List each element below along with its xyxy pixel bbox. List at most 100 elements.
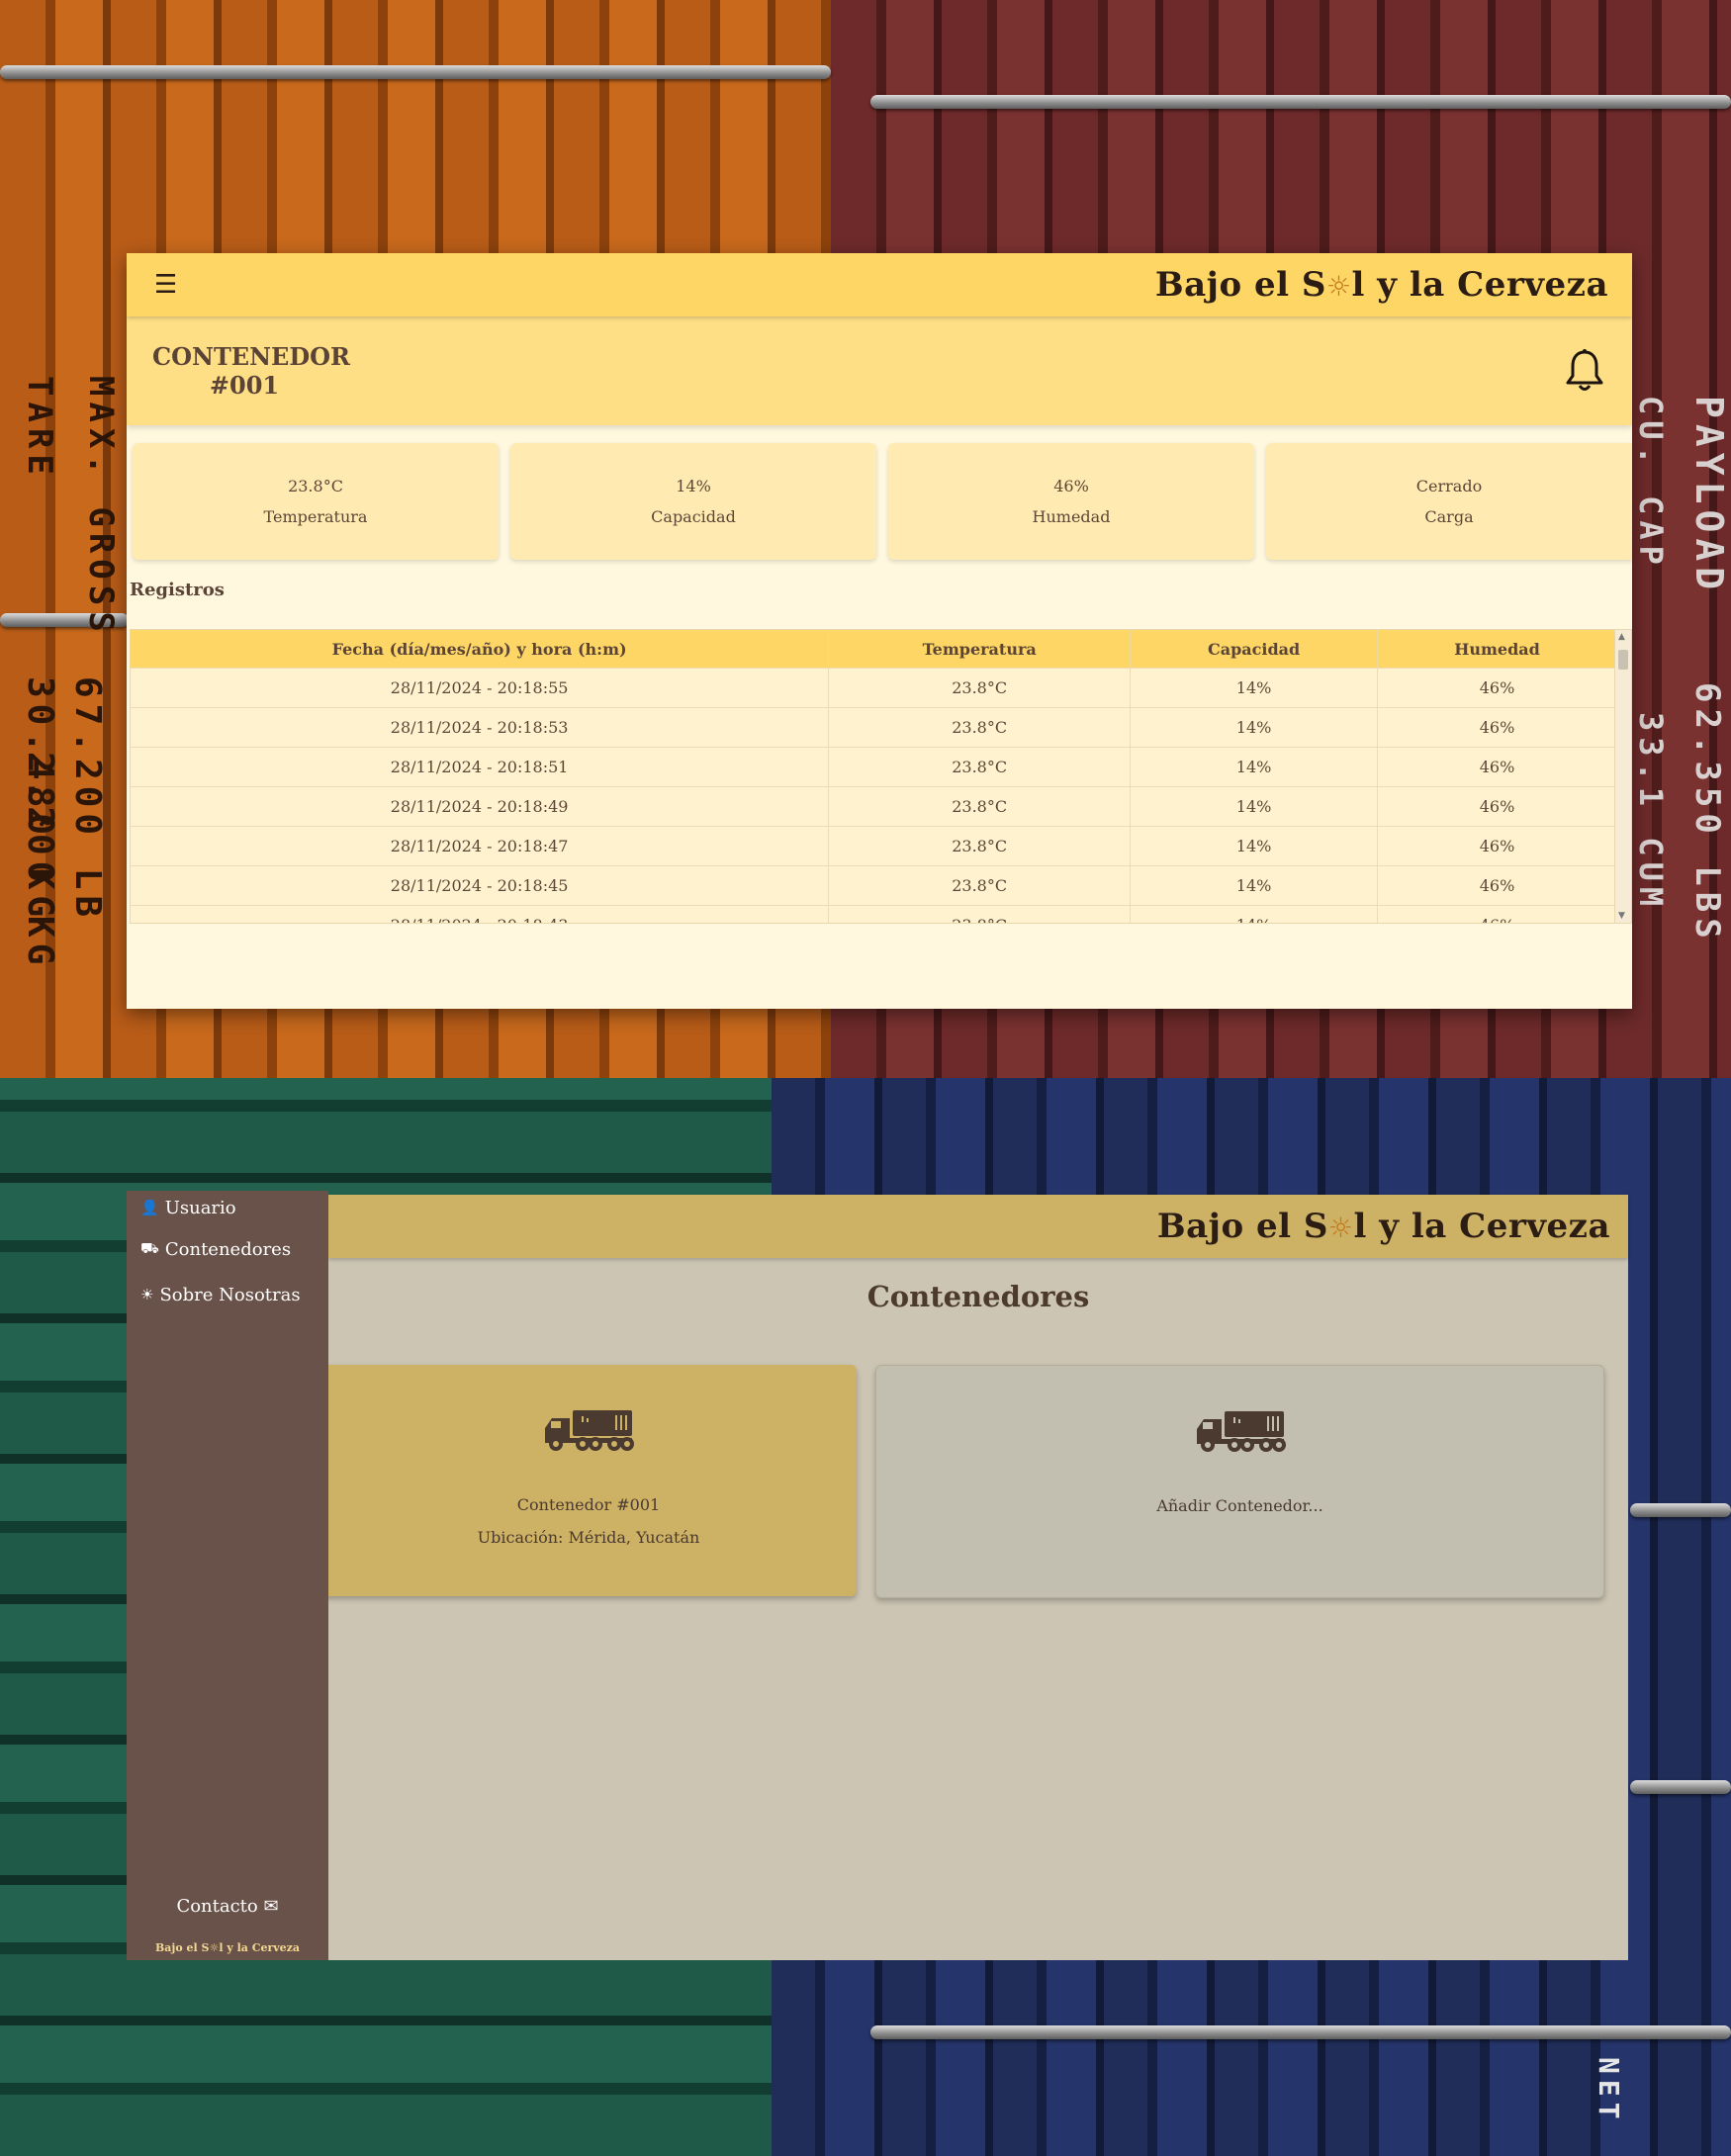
sidebar-brand: Bajo el S☼l y la Cerveza: [154, 1941, 301, 1954]
stat-label: Capacidad: [651, 507, 736, 526]
sidebar-item-contenedores[interactable]: ⛟ Contenedores: [127, 1236, 328, 1262]
table-cell: 14%: [1130, 865, 1379, 906]
stat-label: Humedad: [1032, 507, 1111, 526]
sidebar-item-label: Sobre Nosotras: [159, 1284, 301, 1305]
table-cell: 46%: [1377, 905, 1617, 923]
stencil-text: TARE: [20, 376, 59, 481]
stencil-text: MAX. GROSS: [81, 376, 121, 638]
table-cell: 28/11/2024 - 20:18:45: [131, 865, 830, 906]
stat-value: 23.8°C: [288, 477, 343, 495]
container-lock-bar: [870, 95, 1731, 109]
stat-value: 46%: [1053, 477, 1089, 495]
stat-card-capacity: 14% Capacidad: [510, 443, 876, 560]
table-cell: 46%: [1377, 826, 1617, 866]
contact-link[interactable]: Contacto ✉: [127, 1896, 328, 1917]
table-cell: 14%: [1130, 786, 1379, 827]
stencil-text: 2.200 KG: [20, 752, 60, 971]
sidebar-item-sobre-nosotras[interactable]: ☀ Sobre Nosotras: [127, 1282, 328, 1307]
truck-icon: [1196, 1411, 1286, 1452]
column-header-date: Fecha (día/mes/año) y hora (h:m): [131, 630, 830, 669]
bell-icon[interactable]: [1565, 348, 1604, 394]
records-table-container[interactable]: Fecha (día/mes/año) y hora (h:m) Tempera…: [130, 629, 1632, 924]
user-icon: 👤: [140, 1199, 159, 1216]
table-cell: 46%: [1377, 865, 1617, 906]
top-bar-dimmed: Bajo el S☼l y la Cerveza: [328, 1195, 1628, 1258]
table-cell: 23.8°C: [828, 668, 1132, 708]
table-cell: 14%: [1130, 905, 1379, 923]
table-cell: 14%: [1130, 668, 1379, 708]
brand-logo: Bajo el S☼l y la Cerveza: [1156, 1207, 1610, 1246]
scroll-down-icon[interactable]: ▼: [1618, 911, 1625, 921]
sun-logo-icon: ☼: [1327, 1212, 1354, 1244]
stat-value: Cerrado: [1415, 477, 1483, 495]
container-card[interactable]: Contenedor #001 Ubicación: Mérida, Yucat…: [320, 1365, 857, 1596]
stat-card-humidity: 46% Humedad: [888, 443, 1254, 560]
containers-window: 👤 Usuario ⛟ Contenedores ☀ Sobre Nosotra…: [127, 1191, 1632, 1960]
sun-logo-icon: ☼: [1325, 270, 1352, 303]
table-row: 28/11/2024 - 20:18:51 23.8°C 14% 46%: [131, 747, 1617, 787]
column-header-capacity: Capacidad: [1130, 630, 1379, 669]
stat-card-load: Cerrado Carga: [1266, 443, 1632, 560]
page-title: Contenedores: [866, 1280, 1090, 1313]
top-bar: ☰ Bajo el S☼l y la Cerveza: [127, 253, 1632, 316]
sidebar-item-usuario[interactable]: 👤 Usuario: [127, 1195, 328, 1220]
container-lock-bar: [1630, 1780, 1731, 1794]
table-cell: 28/11/2024 - 20:18:43: [131, 905, 830, 923]
table-cell: 23.8°C: [828, 707, 1132, 748]
table-cell: 14%: [1130, 707, 1379, 748]
stencil-text: CU. CAP: [1632, 396, 1670, 571]
table-header-row: Fecha (día/mes/año) y hora (h:m) Tempera…: [131, 630, 1617, 669]
table-cell: 28/11/2024 - 20:18:53: [131, 707, 830, 748]
table-cell: 46%: [1377, 786, 1617, 827]
table-row: 28/11/2024 - 20:18:53 23.8°C 14% 46%: [131, 707, 1617, 748]
stat-value: 14%: [676, 477, 711, 495]
add-container-card[interactable]: Añadir Contenedor...: [875, 1365, 1604, 1598]
table-cell: 23.8°C: [828, 865, 1132, 906]
add-container-label: Añadir Contenedor...: [1156, 1496, 1323, 1515]
container-lock-bar: [870, 2025, 1731, 2039]
container-lock-bar: [1630, 1503, 1731, 1517]
column-header-humidity: Humedad: [1377, 630, 1617, 669]
sidebar-item-label: Usuario: [164, 1197, 236, 1218]
table-cell: 23.8°C: [828, 905, 1132, 923]
sidebar: 👤 Usuario ⛟ Contenedores ☀ Sobre Nosotra…: [127, 1191, 328, 1960]
stat-label: Temperatura: [263, 507, 368, 526]
container-header: CONTENEDOR #001: [127, 316, 1632, 425]
stencil-text: NET: [1593, 2057, 1625, 2125]
stencil-text: 62.350 LBS: [1687, 682, 1727, 944]
records-table: Fecha (día/mes/año) y hora (h:m) Tempera…: [131, 630, 1617, 923]
table-cell: 23.8°C: [828, 786, 1132, 827]
container-lock-bar: [0, 65, 831, 79]
container-title: CONTENEDOR #001: [152, 342, 350, 400]
stat-label: Carga: [1424, 507, 1474, 526]
table-cell: 46%: [1377, 668, 1617, 708]
sidebar-item-label: Contenedores: [164, 1238, 292, 1260]
menu-icon[interactable]: ☰: [154, 270, 177, 300]
table-cell: 28/11/2024 - 20:18:51: [131, 747, 830, 787]
stats-row: 23.8°C Temperatura 14% Capacidad 46% Hum…: [127, 425, 1632, 560]
truck-icon: [545, 1410, 634, 1451]
stencil-text: 67.200 LB: [67, 676, 108, 924]
scroll-up-icon[interactable]: ▲: [1618, 632, 1625, 642]
scroll-thumb[interactable]: [1618, 650, 1628, 670]
table-cell: 46%: [1377, 747, 1617, 787]
table-row: 28/11/2024 - 20:18:4323.8°C14%46%: [131, 905, 1617, 923]
records-title: Registros: [130, 580, 225, 600]
table-cell: 28/11/2024 - 20:18:47: [131, 826, 830, 866]
table-row: 28/11/2024 - 20:18:45 23.8°C 14% 46%: [131, 865, 1617, 906]
table-cell: 23.8°C: [828, 826, 1132, 866]
brand-logo: Bajo el S☼l y la Cerveza: [1154, 265, 1608, 305]
table-scrollbar[interactable]: ▲ ▼: [1614, 630, 1631, 923]
stencil-text: 33.1 CUM: [1632, 712, 1670, 913]
stencil-text: PAYLOAD: [1687, 396, 1731, 596]
container-card-title: Contenedor #001: [516, 1495, 661, 1514]
truck-icon: ⛟: [140, 1239, 159, 1257]
sun-icon: ☀: [140, 1286, 154, 1303]
main-content: Bajo el S☼l y la Cerveza Contenedores Co…: [320, 1195, 1628, 1960]
table-row: 28/11/2024 - 20:18:47 23.8°C 14% 46%: [131, 826, 1617, 866]
table-cell: 28/11/2024 - 20:18:49: [131, 786, 830, 827]
column-header-temperature: Temperatura: [828, 630, 1132, 669]
stat-card-temperature: 23.8°C Temperatura: [133, 443, 499, 560]
table-cell: 23.8°C: [828, 747, 1132, 787]
table-cell: 28/11/2024 - 20:18:55: [131, 668, 830, 708]
